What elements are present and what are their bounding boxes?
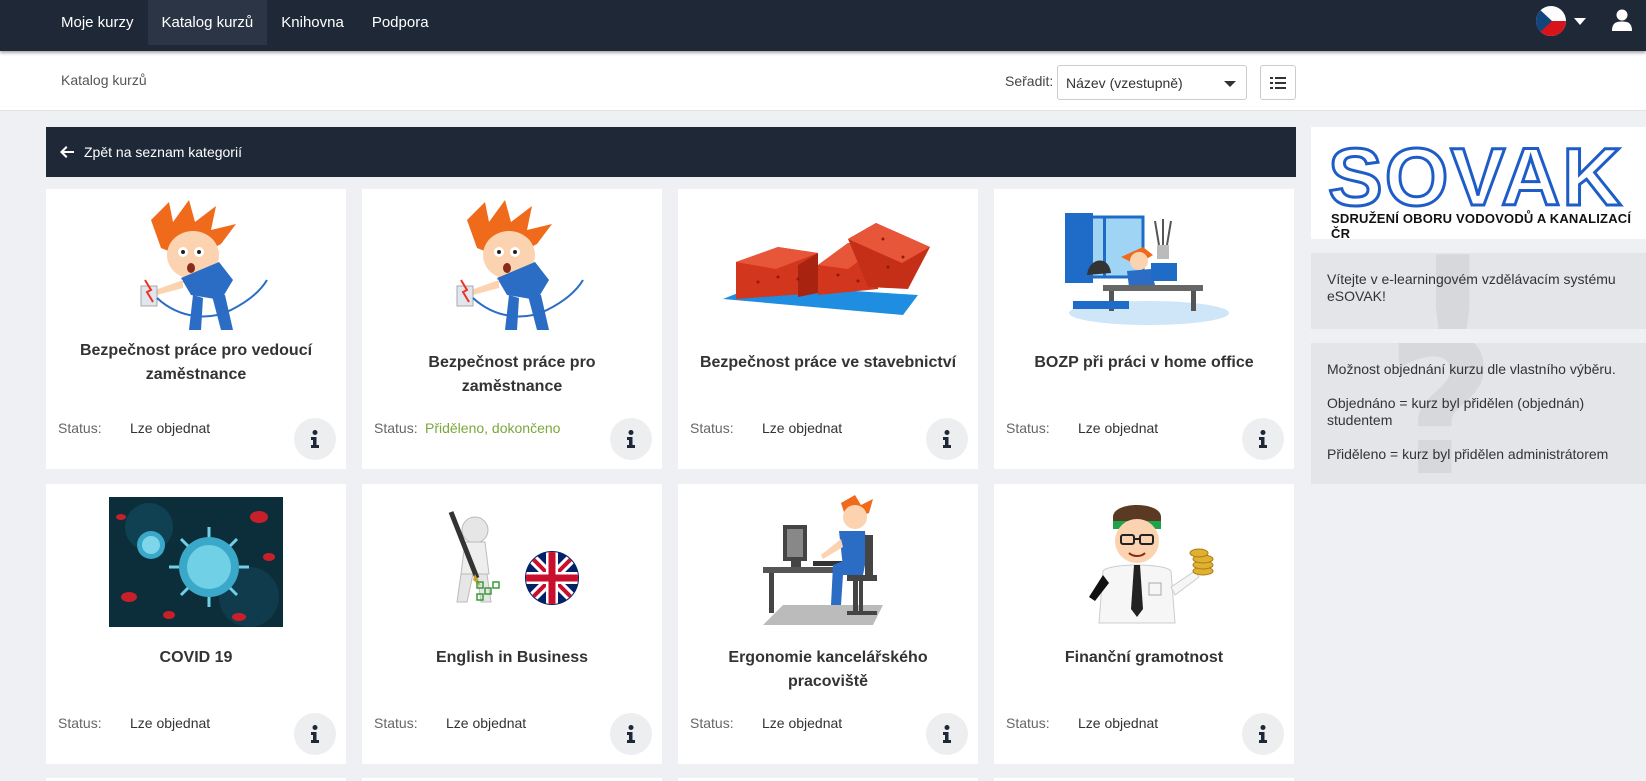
- chevron-down-icon: [1574, 17, 1586, 25]
- course-image-electric-shock: [46, 197, 346, 337]
- user-icon[interactable]: [1612, 9, 1632, 34]
- sort-select[interactable]: Název (vzestupně): [1057, 65, 1247, 100]
- breadcrumb: Katalog kurzů: [61, 72, 147, 88]
- course-image-virus: [46, 492, 346, 632]
- info-icon: [1259, 725, 1267, 743]
- info-panel: ? Možnost objednání kurzu dle vlastního …: [1311, 343, 1646, 484]
- course-image-english: [362, 492, 662, 632]
- info-icon: [627, 430, 635, 448]
- top-navbar: Moje kurzy Katalog kurzů Knihovna Podpor…: [0, 0, 1646, 51]
- status-value: Lze objednat: [1078, 420, 1159, 436]
- info-icon: [311, 725, 319, 743]
- sovak-logo-graphic: SOVAK: [1328, 139, 1624, 213]
- course-title: Bezpečnost práce ve stavebnictví: [699, 354, 957, 371]
- info-icon: [627, 725, 635, 743]
- list-icon: [1270, 76, 1286, 89]
- info-button[interactable]: [610, 418, 652, 460]
- info-button[interactable]: [926, 713, 968, 755]
- status-label: Status:: [374, 715, 418, 731]
- status-value: Lze objednat: [446, 715, 527, 731]
- course-title: English in Business: [435, 649, 589, 666]
- czech-flag-icon: [1536, 6, 1566, 36]
- info-icon: [1259, 430, 1267, 448]
- course-image-home-office: [994, 197, 1294, 337]
- info-icon: [943, 430, 951, 448]
- logo-subtitle: SDRUŽENÍ OBORU VODOVODŮ A KANALIZACÍ ČR: [1331, 211, 1632, 241]
- info-line: Možnost objednání kurzu dle vlastního vý…: [1327, 361, 1616, 377]
- status-label: Status:: [1006, 715, 1050, 731]
- status-label: Status:: [690, 715, 734, 731]
- welcome-panel: ! Vítejte v e-learningovém vzdělávacím s…: [1311, 253, 1646, 329]
- nav-item-podpora[interactable]: Podpora: [358, 0, 443, 45]
- info-icon: [311, 430, 319, 448]
- course-image-finance: [994, 492, 1294, 632]
- status-label: Status:: [374, 420, 418, 436]
- course-card[interactable]: English in Business Status: Lze objednat: [362, 484, 662, 764]
- course-image-bricks: [678, 197, 978, 337]
- info-button[interactable]: [1242, 418, 1284, 460]
- status-label: Status:: [1006, 420, 1050, 436]
- nav-item-moje-kurzy[interactable]: Moje kurzy: [47, 0, 148, 45]
- info-line: Objednáno = kurz byl přidělen (objednán)…: [1327, 395, 1585, 428]
- course-title: Bezpečnost práce pro zaměstnance: [428, 354, 596, 395]
- logo-text: SOVAK: [1328, 139, 1624, 213]
- info-button[interactable]: [1242, 713, 1284, 755]
- dropdown-caret-icon: [1224, 81, 1236, 87]
- course-card[interactable]: Bezpečnost práce ve stavebnictví Status:…: [678, 189, 978, 469]
- main-nav: Moje kurzy Katalog kurzů Knihovna Podpor…: [47, 0, 443, 45]
- course-title: BOZP při práci v home office: [1034, 354, 1254, 371]
- info-button[interactable]: [926, 418, 968, 460]
- nav-item-katalog-kurzu[interactable]: Katalog kurzů: [147, 0, 268, 45]
- status-value: Lze objednat: [1078, 715, 1159, 731]
- course-card[interactable]: Bezpečnost práce pro zaměstnance Status:…: [362, 189, 662, 469]
- sovak-logo: SOVAK SDRUŽENÍ OBORU VODOVODŮ A KANALIZA…: [1311, 127, 1646, 241]
- sub-header: Katalog kurzů Seřadit: Název (vzestupně): [0, 51, 1646, 111]
- list-view-button[interactable]: [1260, 65, 1296, 100]
- back-to-categories-link[interactable]: Zpět na seznam kategorií: [46, 127, 1296, 177]
- status-value: Lze objednat: [130, 715, 211, 731]
- info-button[interactable]: [610, 713, 652, 755]
- info-button[interactable]: [294, 418, 336, 460]
- arrow-left-icon: [60, 146, 74, 158]
- status-value: Lze objednat: [130, 420, 211, 436]
- course-card[interactable]: BOZP při práci v home office Status: Lze…: [994, 189, 1294, 469]
- status-value: Přiděleno, dokončeno: [425, 420, 561, 436]
- language-switcher[interactable]: [1536, 6, 1586, 36]
- status-label: Status:: [58, 715, 102, 731]
- welcome-text: Vítejte v e-learningovém vzdělávacím sys…: [1327, 271, 1616, 304]
- sort-select-value: Název (vzestupně): [1066, 75, 1183, 91]
- info-button[interactable]: [294, 713, 336, 755]
- course-card[interactable]: Bezpečnost práce pro vedoucí zaměstnance…: [46, 189, 346, 469]
- nav-item-knihovna[interactable]: Knihovna: [267, 0, 358, 45]
- course-card[interactable]: COVID 19 Status: Lze objednat: [46, 484, 346, 764]
- course-image-ergonomics: [678, 492, 978, 632]
- sort-label: Seřadit:: [1005, 73, 1054, 89]
- status-label: Status:: [58, 420, 102, 436]
- status-value: Lze objednat: [762, 420, 843, 436]
- back-label: Zpět na seznam kategorií: [84, 144, 242, 160]
- course-title: COVID 19: [159, 649, 233, 666]
- info-line: Přiděleno = kurz byl přidělen administrá…: [1327, 446, 1609, 462]
- course-image-electric-shock: [362, 197, 662, 337]
- info-icon: [943, 725, 951, 743]
- course-title: Finanční gramotnost: [1064, 649, 1224, 666]
- course-card[interactable]: Ergonomie kancelářského pracoviště Statu…: [678, 484, 978, 764]
- course-title: Ergonomie kancelářského pracoviště: [728, 649, 928, 690]
- course-title: Bezpečnost práce pro vedoucí zaměstnance: [79, 342, 313, 383]
- status-label: Status:: [690, 420, 734, 436]
- course-card[interactable]: Finanční gramotnost Status: Lze objednat: [994, 484, 1294, 764]
- status-value: Lze objednat: [762, 715, 843, 731]
